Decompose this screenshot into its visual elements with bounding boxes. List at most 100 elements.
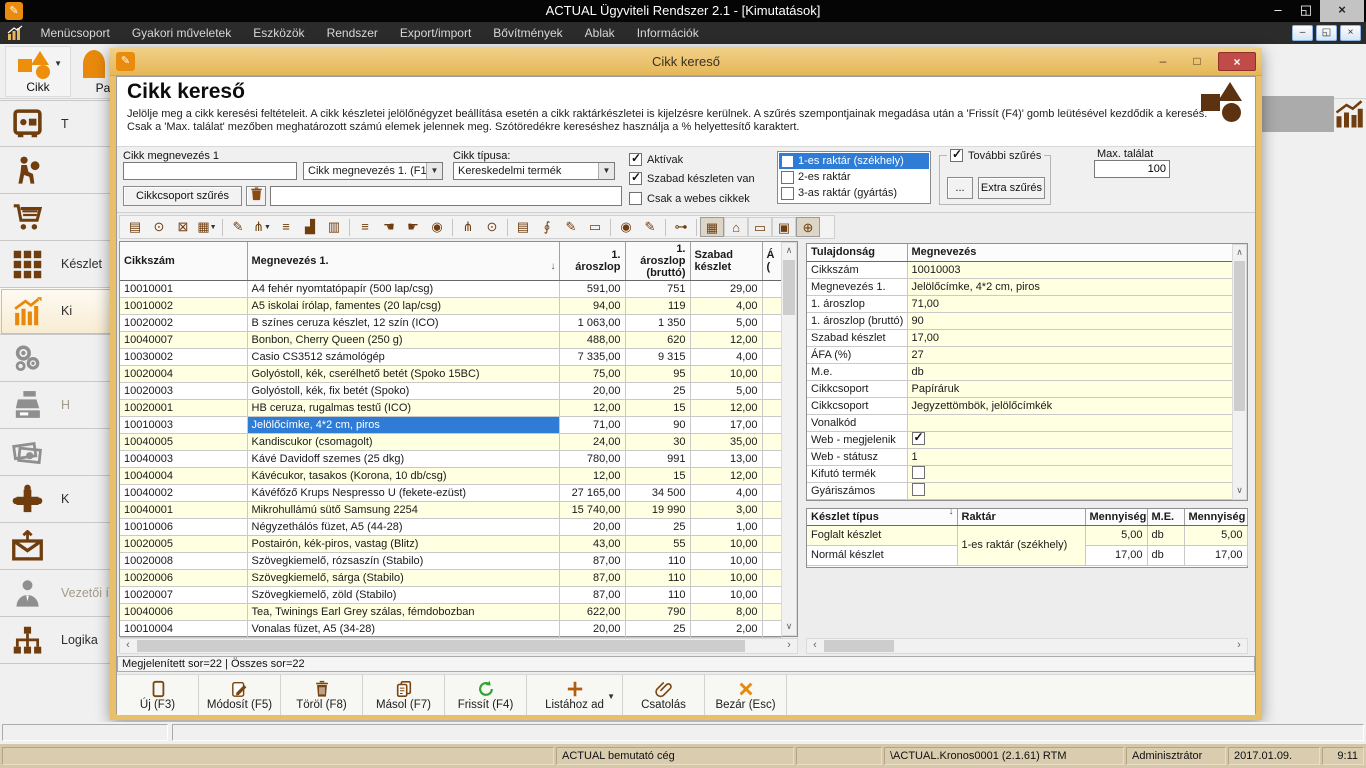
chevron-down-icon[interactable]: ▼	[210, 224, 217, 231]
scroll-down-icon[interactable]: ∨	[1233, 483, 1246, 499]
menu-item[interactable]: Rendszer	[316, 22, 389, 44]
clipboard-icon[interactable]: ≡	[353, 217, 377, 237]
name-filter-input[interactable]	[123, 162, 297, 180]
extra-filter-button[interactable]: Extra szűrés	[978, 177, 1045, 199]
card-icon[interactable]: ▭	[583, 217, 607, 237]
grid-column-header[interactable]: 1. ároszlop	[559, 242, 625, 281]
link-icon[interactable]: ∮	[535, 217, 559, 237]
grid-view-icon[interactable]: ▦▼	[195, 217, 219, 237]
property-row[interactable]: ÁFA (%)27	[807, 346, 1232, 363]
more-filter-checkbox[interactable]	[950, 149, 963, 162]
grid-row[interactable]: 10040005Kandiscukor (csomagolt)24,003035…	[120, 434, 781, 451]
grid-row[interactable]: 10020008Szövegkiemelő, rózsaszín (Stabil…	[120, 553, 781, 570]
property-checkbox[interactable]	[912, 432, 925, 445]
browse-button[interactable]: ...	[947, 177, 973, 199]
close-button[interactable]: Bezár (Esc)	[705, 675, 787, 715]
menu-item[interactable]: Információk	[626, 22, 710, 44]
property-row[interactable]: 1. ároszlop (bruttó)90	[807, 312, 1232, 329]
clear-search-icon[interactable]: ⊠	[171, 217, 195, 237]
warehouse-option[interactable]: 2-es raktár	[779, 169, 929, 185]
chevron-down-icon[interactable]: ▼	[607, 692, 615, 701]
property-row[interactable]: CikkcsoportJegyzettömbök, jelölőcímkék	[807, 397, 1232, 414]
scroll-up-icon[interactable]: ∧	[782, 243, 796, 259]
grid-row[interactable]: 10030002Casio CS3512 számológép7 335,009…	[120, 349, 781, 366]
edit-icon[interactable]: ✎	[559, 217, 583, 237]
menu-item[interactable]: Export/import	[389, 22, 482, 44]
property-row[interactable]: Cikkszám10010003	[807, 261, 1232, 278]
grid-horizontal-scrollbar[interactable]: ‹ ›	[119, 638, 798, 654]
scrollbar-thumb[interactable]	[824, 640, 894, 652]
structure-icon[interactable]: ⋔	[456, 217, 480, 237]
properties-col-tulajdonsag[interactable]: Tulajdonság	[807, 244, 907, 261]
scroll-right-icon[interactable]: ›	[1231, 639, 1247, 653]
menu-item[interactable]: Ablak	[574, 22, 626, 44]
copy-button[interactable]: Másol (F7)	[363, 675, 445, 715]
grid-row[interactable]: 10020007Szövegkiemelő, zöld (Stabilo)87,…	[120, 587, 781, 604]
type-filter-select[interactable]: Kereskedelmi termék▼	[453, 162, 615, 180]
grid-row[interactable]: 10040003Kávé Davidoff szemes (25 dkg)780…	[120, 451, 781, 468]
stock-column-header[interactable]: M.E.	[1147, 509, 1184, 525]
menu-item[interactable]: Menücsoport	[29, 22, 120, 44]
grid-row[interactable]: 10040002Kávéfőző Krups Nespresso U (feke…	[120, 485, 781, 502]
scrollbar-thumb[interactable]	[1234, 261, 1245, 411]
hand-left-icon[interactable]: ☚	[377, 217, 401, 237]
grid-row[interactable]: 10020005Postairón, kék-piros, vastag (Bl…	[120, 536, 781, 553]
write-icon[interactable]: ✎	[638, 217, 662, 237]
mdi-close-button[interactable]: ×	[1340, 25, 1361, 41]
warehouse-checkbox[interactable]	[781, 187, 794, 200]
property-checkbox[interactable]	[912, 483, 925, 496]
grid-row[interactable]: 10020004Golyóstoll, kék, cserélhető beté…	[120, 366, 781, 383]
chevron-down-icon[interactable]: ▼	[598, 163, 614, 179]
copy-icon[interactable]: ▣	[772, 217, 796, 237]
scroll-left-icon[interactable]: ‹	[120, 639, 136, 653]
window-close-button[interactable]: ×	[1320, 0, 1364, 22]
window-minimize-button[interactable]: –	[1264, 0, 1292, 22]
grid-column-header[interactable]: Szabad készlet	[690, 242, 762, 281]
web-only-checkbox-row[interactable]: Csak a webes cikkek	[629, 192, 750, 205]
globe-icon[interactable]: ⊕	[796, 217, 820, 237]
scroll-down-icon[interactable]: ∨	[782, 619, 796, 635]
find-icon[interactable]: ◉	[614, 217, 638, 237]
grid-row[interactable]: 10010003Jelölőcímke, 4*2 cm, piros71,009…	[120, 417, 781, 434]
home-icon[interactable]: ⌂	[724, 217, 748, 237]
list-view-icon[interactable]: ≡	[274, 217, 298, 237]
in-stock-checkbox[interactable]	[629, 172, 642, 185]
grid-row[interactable]: 10020002B színes ceruza készlet, 12 szín…	[120, 315, 781, 332]
property-row[interactable]: Megnevezés 1.Jelölőcímke, 4*2 cm, piros	[807, 278, 1232, 295]
search-mode-select[interactable]: Cikk megnevezés 1. (F11)▼	[303, 162, 443, 180]
stock-row[interactable]: Foglalt készlet1-es raktár (székhely)5,0…	[807, 525, 1247, 545]
warehouse-option[interactable]: 1-es raktár (székhely)	[779, 153, 929, 169]
new-button[interactable]: Új (F3)	[117, 675, 199, 715]
attach-button[interactable]: Csatolás	[623, 675, 705, 715]
warehouse-option[interactable]: 3-as raktár (gyártás)	[779, 185, 929, 201]
property-row[interactable]: M.e.db	[807, 363, 1232, 380]
grid-row[interactable]: 10020003Golyóstoll, kék, fix betét (Spok…	[120, 383, 781, 400]
mdi-restore-button[interactable]: ◱	[1316, 25, 1337, 41]
web-only-checkbox[interactable]	[629, 192, 642, 205]
dialog-minimize-button[interactable]: –	[1150, 52, 1176, 71]
property-row[interactable]: Gyáriszámos	[807, 482, 1232, 499]
more-filter-checkbox-row[interactable]: További szűrés	[947, 149, 1044, 162]
active-checkbox-row[interactable]: Aktívak	[629, 153, 683, 166]
notes-icon[interactable]: ▤	[511, 217, 535, 237]
property-row[interactable]: Kifutó termék	[807, 465, 1232, 482]
scrollbar-thumb[interactable]	[137, 640, 745, 652]
refresh-button[interactable]: Frissít (F4)	[445, 675, 527, 715]
report-icon[interactable]: ▥	[322, 217, 346, 237]
dialog-close-button[interactable]: ×	[1218, 52, 1256, 71]
search-icon[interactable]: ⊙	[147, 217, 171, 237]
grid-row[interactable]: 10010004Vonalas füzet, A5 (34-28)20,0025…	[120, 621, 781, 638]
edit-button[interactable]: Módosít (F5)	[199, 675, 281, 715]
grid-column-header[interactable]: Cikkszám	[120, 242, 247, 281]
stock-column-header[interactable]: Mennyiség	[1085, 509, 1147, 525]
cikk-module-button[interactable]: ▼ Cikk	[5, 46, 71, 97]
grid-row[interactable]: 10020006Szövegkiemelő, sárga (Stabilo)87…	[120, 570, 781, 587]
property-row[interactable]: Vonalkód	[807, 414, 1232, 431]
magnifier-icon[interactable]: ⊙	[480, 217, 504, 237]
chevron-down-icon[interactable]: ▼	[54, 59, 62, 68]
warehouse-checkbox[interactable]	[781, 171, 794, 184]
property-row[interactable]: Web - megjelenik	[807, 431, 1232, 448]
active-checkbox[interactable]	[629, 153, 642, 166]
grid-row[interactable]: 10020001HB ceruza, rugalmas testű (ICO)1…	[120, 400, 781, 417]
property-checkbox[interactable]	[912, 466, 925, 479]
